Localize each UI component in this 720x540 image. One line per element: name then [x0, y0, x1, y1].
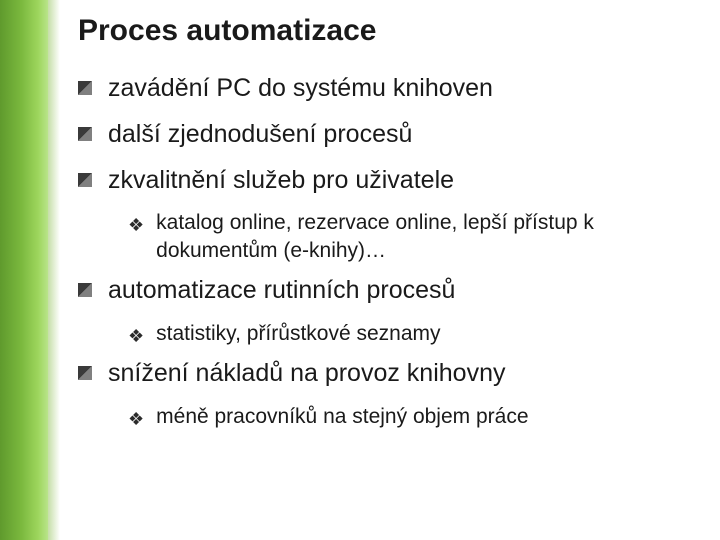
slide-content: Proces automatizace zavádění PC do systé…	[78, 14, 704, 440]
list-item-text: automatizace rutinních procesů	[108, 274, 455, 308]
sub-list-item-text: statistiky, přírůstkové seznamy	[156, 320, 440, 347]
list-item: zkvalitnění služeb pro uživatele	[78, 164, 704, 198]
slide-title: Proces automatizace	[78, 14, 704, 48]
list-item-text: další zjednodušení procesů	[108, 118, 412, 152]
list-item: další zjednodušení procesů	[78, 118, 704, 152]
list-item: zavádění PC do systému knihoven	[78, 72, 704, 106]
diamond-bullet-icon: ❖	[128, 406, 144, 428]
sub-list-item: ❖ katalog online, rezervace online, lepš…	[128, 209, 704, 264]
list-item: automatizace rutinních procesů	[78, 274, 704, 308]
square-bullet-icon	[78, 127, 92, 141]
list-item-text: snížení nákladů na provoz knihovny	[108, 357, 505, 391]
sub-list-item-text: méně pracovníků na stejný objem práce	[156, 403, 528, 430]
diamond-bullet-icon: ❖	[128, 323, 144, 345]
square-bullet-icon	[78, 81, 92, 95]
sub-list-item-text: katalog online, rezervace online, lepší …	[156, 209, 704, 264]
sub-list-item: ❖ statistiky, přírůstkové seznamy	[128, 320, 704, 347]
diamond-bullet-icon: ❖	[128, 212, 144, 234]
slide-sidebar-accent	[0, 0, 48, 540]
square-bullet-icon	[78, 283, 92, 297]
list-item-text: zkvalitnění služeb pro uživatele	[108, 164, 454, 198]
sub-list-item: ❖ méně pracovníků na stejný objem práce	[128, 403, 704, 430]
square-bullet-icon	[78, 366, 92, 380]
square-bullet-icon	[78, 173, 92, 187]
list-item: snížení nákladů na provoz knihovny	[78, 357, 704, 391]
list-item-text: zavádění PC do systému knihoven	[108, 72, 493, 106]
